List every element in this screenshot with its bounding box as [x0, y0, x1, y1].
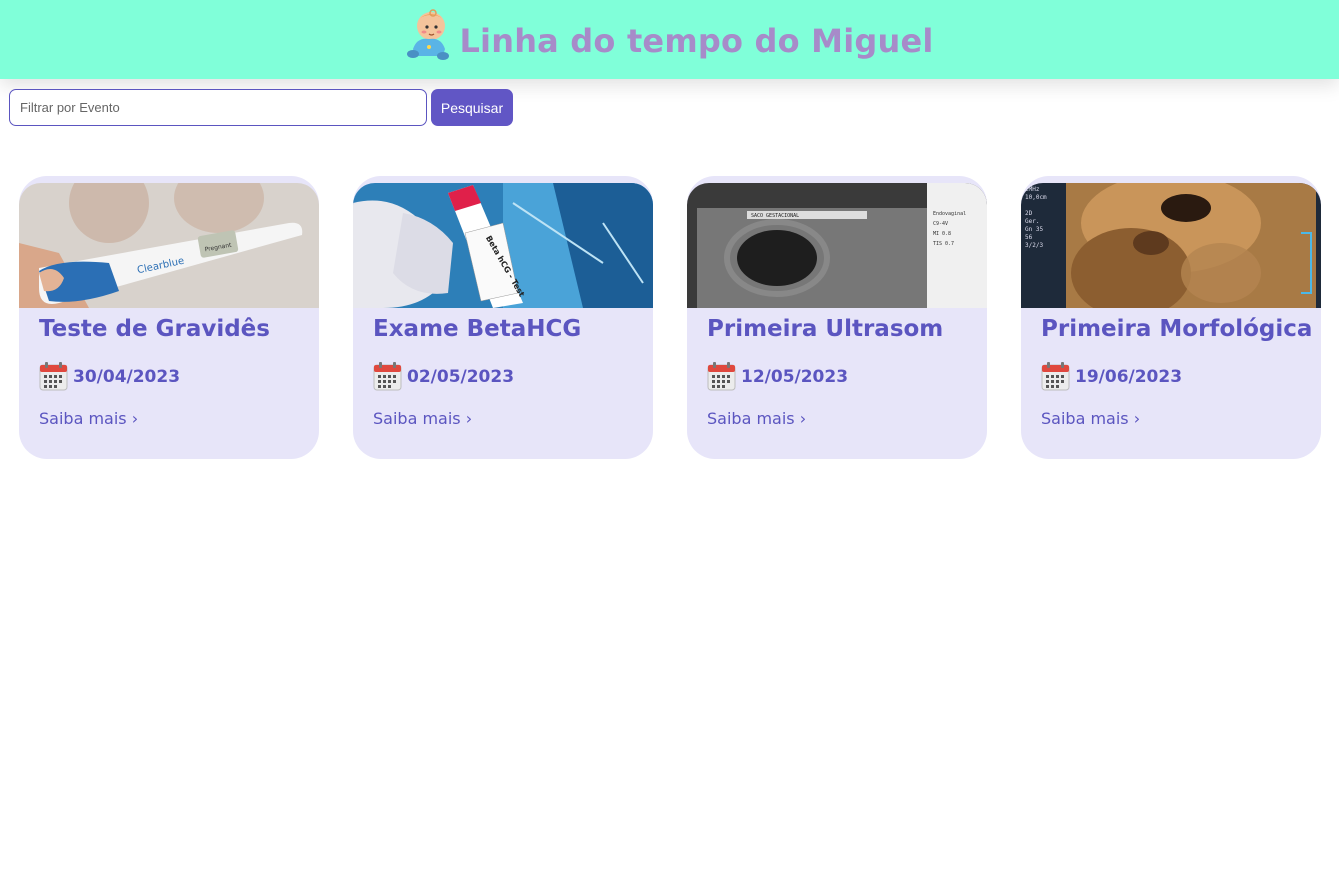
svg-text:2MHz: 2MHz — [1025, 186, 1040, 193]
calendar-icon — [39, 362, 68, 391]
chevron-right-icon: › — [1133, 409, 1141, 428]
svg-text:56: 56 — [1025, 234, 1033, 241]
card-date-row: 19/06/2023 — [1041, 362, 1182, 391]
chevron-right-icon: › — [465, 409, 473, 428]
svg-text:C9-4V: C9-4V — [933, 221, 948, 227]
morphology-ultrasound-image: 2MHz 10,0cm 2D Ger. Gn 35 56 3/2/3 — [1021, 183, 1321, 308]
saiba-mais-link[interactable]: Saiba mais › — [39, 409, 138, 428]
svg-text:Endovaginal: Endovaginal — [933, 211, 966, 217]
ultrasound-image: SACO GESTACIONAL Endovaginal C9-4V MI 0.… — [687, 183, 987, 308]
timeline-cards: Pregnant Clearblue Teste de Gravidês 30/… — [19, 176, 1321, 459]
svg-text:TIS 0.7: TIS 0.7 — [933, 241, 954, 247]
card-title: Exame BetaHCG — [373, 316, 582, 342]
svg-text:Ger.: Ger. — [1025, 218, 1039, 225]
svg-text:10,0cm: 10,0cm — [1025, 194, 1047, 201]
saiba-mais-link[interactable]: Saiba mais › — [707, 409, 806, 428]
timeline-card[interactable]: Pregnant Clearblue Teste de Gravidês 30/… — [19, 176, 319, 459]
card-date: 12/05/2023 — [741, 366, 849, 387]
svg-text:MI 0.8: MI 0.8 — [933, 231, 951, 237]
card-date-row: 12/05/2023 — [707, 362, 848, 391]
page-title: Linha do tempo do Miguel — [459, 21, 934, 60]
timeline-card[interactable]: SACO GESTACIONAL Endovaginal C9-4V MI 0.… — [687, 176, 987, 459]
header: Linha do tempo do Miguel — [0, 0, 1339, 79]
card-date: 19/06/2023 — [1075, 366, 1183, 387]
chevron-right-icon: › — [799, 409, 807, 428]
search-bar: Pesquisar — [9, 89, 513, 126]
card-date-row: 30/04/2023 — [39, 362, 180, 391]
card-title: Primeira Morfológica — [1041, 316, 1313, 342]
card-date: 02/05/2023 — [407, 366, 515, 387]
pregnancy-test-image: Pregnant Clearblue — [19, 183, 319, 308]
calendar-icon — [373, 362, 402, 391]
svg-text:Gn 35: Gn 35 — [1025, 226, 1043, 233]
svg-text:SACO GESTACIONAL: SACO GESTACIONAL — [751, 213, 799, 219]
card-title: Primeira Ultrasom — [707, 316, 944, 342]
search-input[interactable] — [9, 89, 427, 126]
timeline-card[interactable]: 2MHz 10,0cm 2D Ger. Gn 35 56 3/2/3 Prime… — [1021, 176, 1321, 459]
card-date: 30/04/2023 — [73, 366, 181, 387]
chevron-right-icon: › — [131, 409, 139, 428]
search-button[interactable]: Pesquisar — [431, 89, 513, 126]
saiba-mais-link[interactable]: Saiba mais › — [373, 409, 472, 428]
saiba-mais-link[interactable]: Saiba mais › — [1041, 409, 1140, 428]
header-content: Linha do tempo do Miguel — [405, 8, 934, 67]
svg-text:2D: 2D — [1025, 210, 1033, 217]
timeline-card[interactable]: Beta hCG - Test Exame BetaHCG 02/05/2023… — [353, 176, 653, 459]
baby-icon — [407, 8, 450, 60]
calendar-icon — [1041, 362, 1070, 391]
svg-text:3/2/3: 3/2/3 — [1025, 242, 1043, 249]
card-date-row: 02/05/2023 — [373, 362, 514, 391]
card-title: Teste de Gravidês — [39, 316, 270, 342]
calendar-icon — [707, 362, 736, 391]
beta-hcg-image: Beta hCG - Test — [353, 183, 653, 308]
